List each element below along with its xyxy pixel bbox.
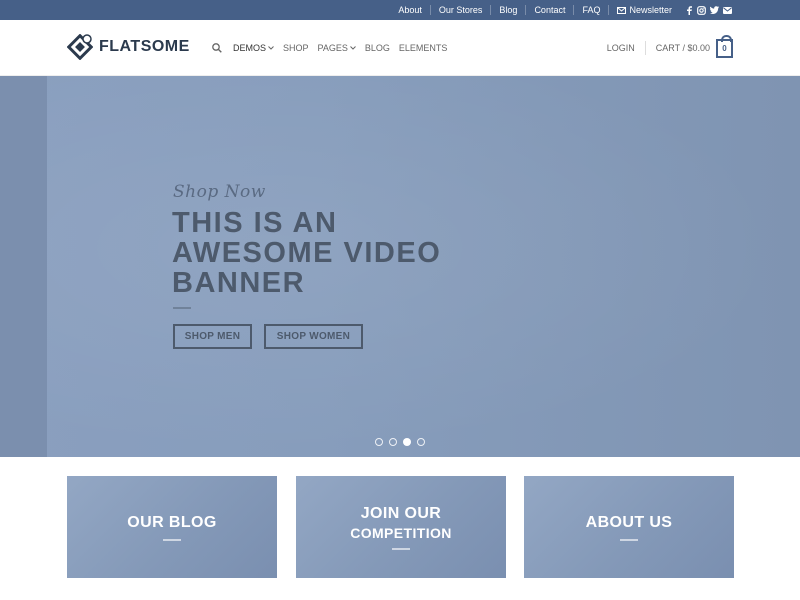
login-link[interactable]: LOGIN: [607, 41, 646, 55]
nav-item-shop[interactable]: SHOP: [283, 43, 309, 53]
cart-count-badge[interactable]: 0: [716, 34, 733, 58]
top-link-contact[interactable]: Contact: [525, 5, 573, 15]
promo-box-divider: [163, 539, 181, 541]
banner-left-edge: [0, 76, 47, 457]
search-icon: [212, 43, 222, 53]
slider-dot-3[interactable]: [403, 438, 411, 446]
shop-men-button[interactable]: SHOP MEN: [173, 324, 252, 349]
banner-divider: [173, 307, 191, 309]
nav-item-elements[interactable]: ELEMENTS: [399, 43, 448, 53]
promo-box-divider: [392, 548, 410, 550]
shop-women-button[interactable]: SHOP WOMEN: [264, 324, 363, 349]
top-link-our-stores[interactable]: Our Stores: [429, 5, 491, 15]
logo-text: FLATSOME: [99, 38, 190, 55]
top-link-blog[interactable]: Blog: [490, 5, 525, 15]
promo-box-competition-line2: COMPETITION: [350, 525, 452, 541]
slider-dot-1[interactable]: [375, 438, 383, 446]
promo-box-about-title: ABOUT US: [585, 514, 673, 531]
slider-dots: [375, 438, 425, 446]
email-icon[interactable]: [723, 6, 732, 14]
cart-link[interactable]: CART / $0.00: [656, 43, 710, 53]
facebook-icon[interactable]: [685, 5, 693, 15]
top-link-about[interactable]: About: [390, 5, 430, 15]
promo-box-divider: [620, 539, 638, 541]
promo-box-competition[interactable]: JOIN OUR COMPETITION: [296, 476, 506, 578]
promo-box-about[interactable]: ABOUT US: [524, 476, 734, 578]
logo-icon: [67, 34, 93, 60]
top-link-faq[interactable]: FAQ: [573, 5, 608, 15]
banner-headline: THIS IS AN AWESOME VIDEO BANNER: [172, 207, 442, 299]
top-links: About Our Stores Blog Contact FAQ Newsle…: [390, 0, 680, 20]
chevron-down-icon: [268, 46, 274, 50]
promo-box-blog[interactable]: OUR BLOG: [67, 476, 277, 578]
nav-item-pages[interactable]: PAGES: [318, 43, 356, 53]
instagram-icon[interactable]: [697, 5, 706, 15]
nav-pages-label: PAGES: [317, 43, 348, 53]
top-bar: About Our Stores Blog Contact FAQ Newsle…: [0, 0, 800, 20]
newsletter-link[interactable]: Newsletter: [608, 5, 680, 15]
banner-kicker: Shop Now: [173, 182, 266, 202]
site-header: FLATSOME DEMOS SHOP PAGES BLOG ELEMENTS …: [0, 20, 800, 76]
slider-dot-4[interactable]: [417, 438, 425, 446]
slider-dot-2[interactable]: [389, 438, 397, 446]
video-banner: Shop Now THIS IS AN AWESOME VIDEO BANNER…: [0, 76, 800, 457]
nav-item-blog[interactable]: BLOG: [365, 43, 390, 53]
chevron-down-icon: [350, 46, 356, 50]
nav-item-demos[interactable]: DEMOS: [233, 43, 274, 53]
search-button[interactable]: [212, 43, 222, 53]
promo-box-competition-line1: JOIN OUR: [360, 505, 442, 522]
header-right: LOGIN CART / $0.00 0: [607, 20, 733, 76]
logo[interactable]: FLATSOME: [67, 34, 190, 60]
promo-box-blog-title: OUR BLOG: [127, 514, 217, 531]
main-nav: DEMOS SHOP PAGES BLOG ELEMENTS: [212, 20, 456, 76]
social-icons: [685, 0, 732, 20]
twitter-icon[interactable]: [710, 6, 719, 14]
nav-demos-label: DEMOS: [233, 43, 267, 53]
envelope-icon: [617, 6, 627, 14]
newsletter-label: Newsletter: [629, 5, 672, 15]
